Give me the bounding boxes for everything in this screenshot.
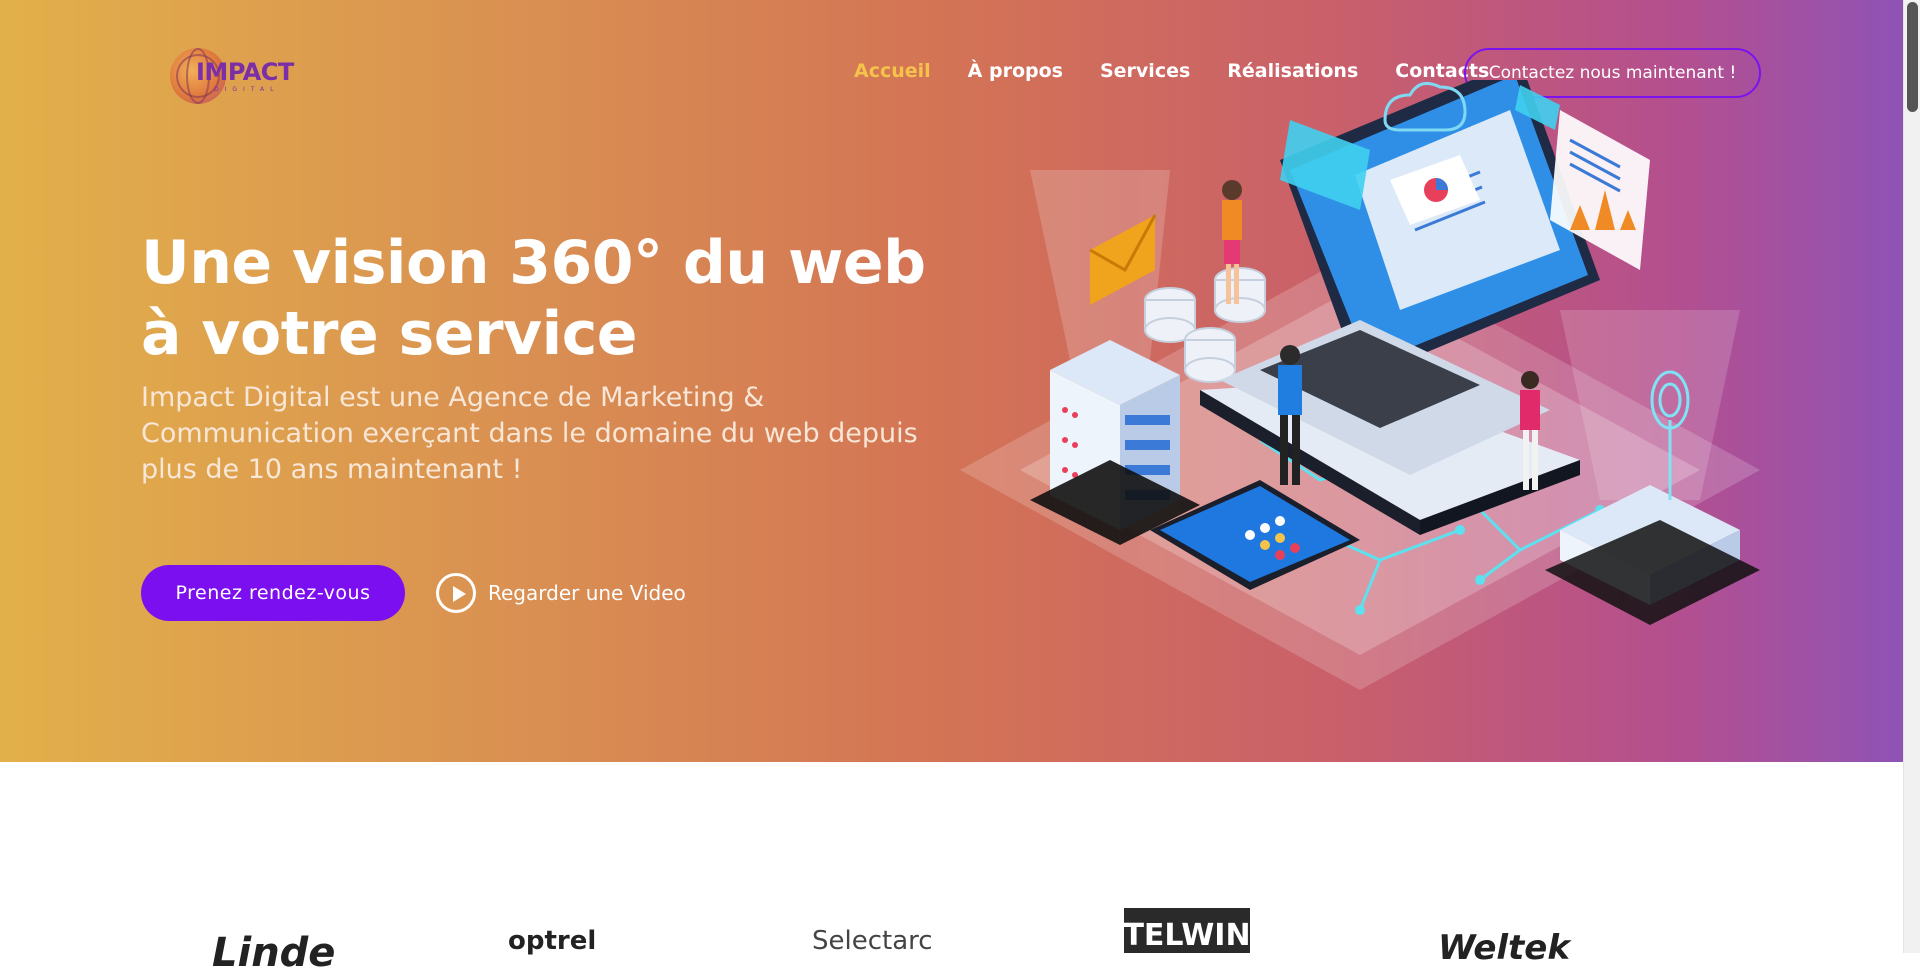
- nav-item-services[interactable]: Services: [1100, 60, 1190, 82]
- play-circle-icon: [436, 573, 476, 613]
- watch-video-link[interactable]: Regarder une Video: [436, 573, 686, 613]
- nav-item-realisations[interactable]: Réalisations: [1227, 60, 1358, 82]
- page-scrollbar[interactable]: [1903, 0, 1920, 953]
- partner-logo-weltek: Weltek: [1438, 928, 1570, 968]
- hero-headline: Une vision 360° du web à votre service: [141, 228, 926, 369]
- nav-item-a-propos[interactable]: À propos: [968, 60, 1063, 82]
- partner-logos: Linde optrel Selectarc TELWIN Weltek: [0, 900, 1903, 976]
- main-nav: Accueil À propos Services Réalisations C…: [854, 60, 1526, 82]
- partner-logo-linde: Linde: [212, 930, 336, 976]
- hero-lead: Impact Digital est une Agence de Marketi…: [141, 382, 918, 485]
- scrollbar-thumb[interactable]: [1907, 2, 1918, 112]
- partner-logo-selectarc: Selectarc: [812, 926, 933, 956]
- nav-item-accueil[interactable]: Accueil: [854, 60, 931, 82]
- brand-logo[interactable]: IMPACT DIGITAL: [168, 44, 294, 108]
- hero-section: IMPACT DIGITAL Accueil À propos Services…: [0, 0, 1903, 762]
- watch-video-label: Regarder une Video: [488, 581, 686, 605]
- book-appointment-button[interactable]: Prenez rendez-vous: [141, 565, 405, 621]
- partner-logo-telwin: TELWIN: [1123, 908, 1251, 953]
- hero-illustration: [960, 80, 1760, 690]
- partner-logo-optrel: optrel: [508, 926, 597, 956]
- logo-subtext: DIGITAL: [214, 86, 280, 93]
- logo-text: IMPACT: [196, 58, 294, 86]
